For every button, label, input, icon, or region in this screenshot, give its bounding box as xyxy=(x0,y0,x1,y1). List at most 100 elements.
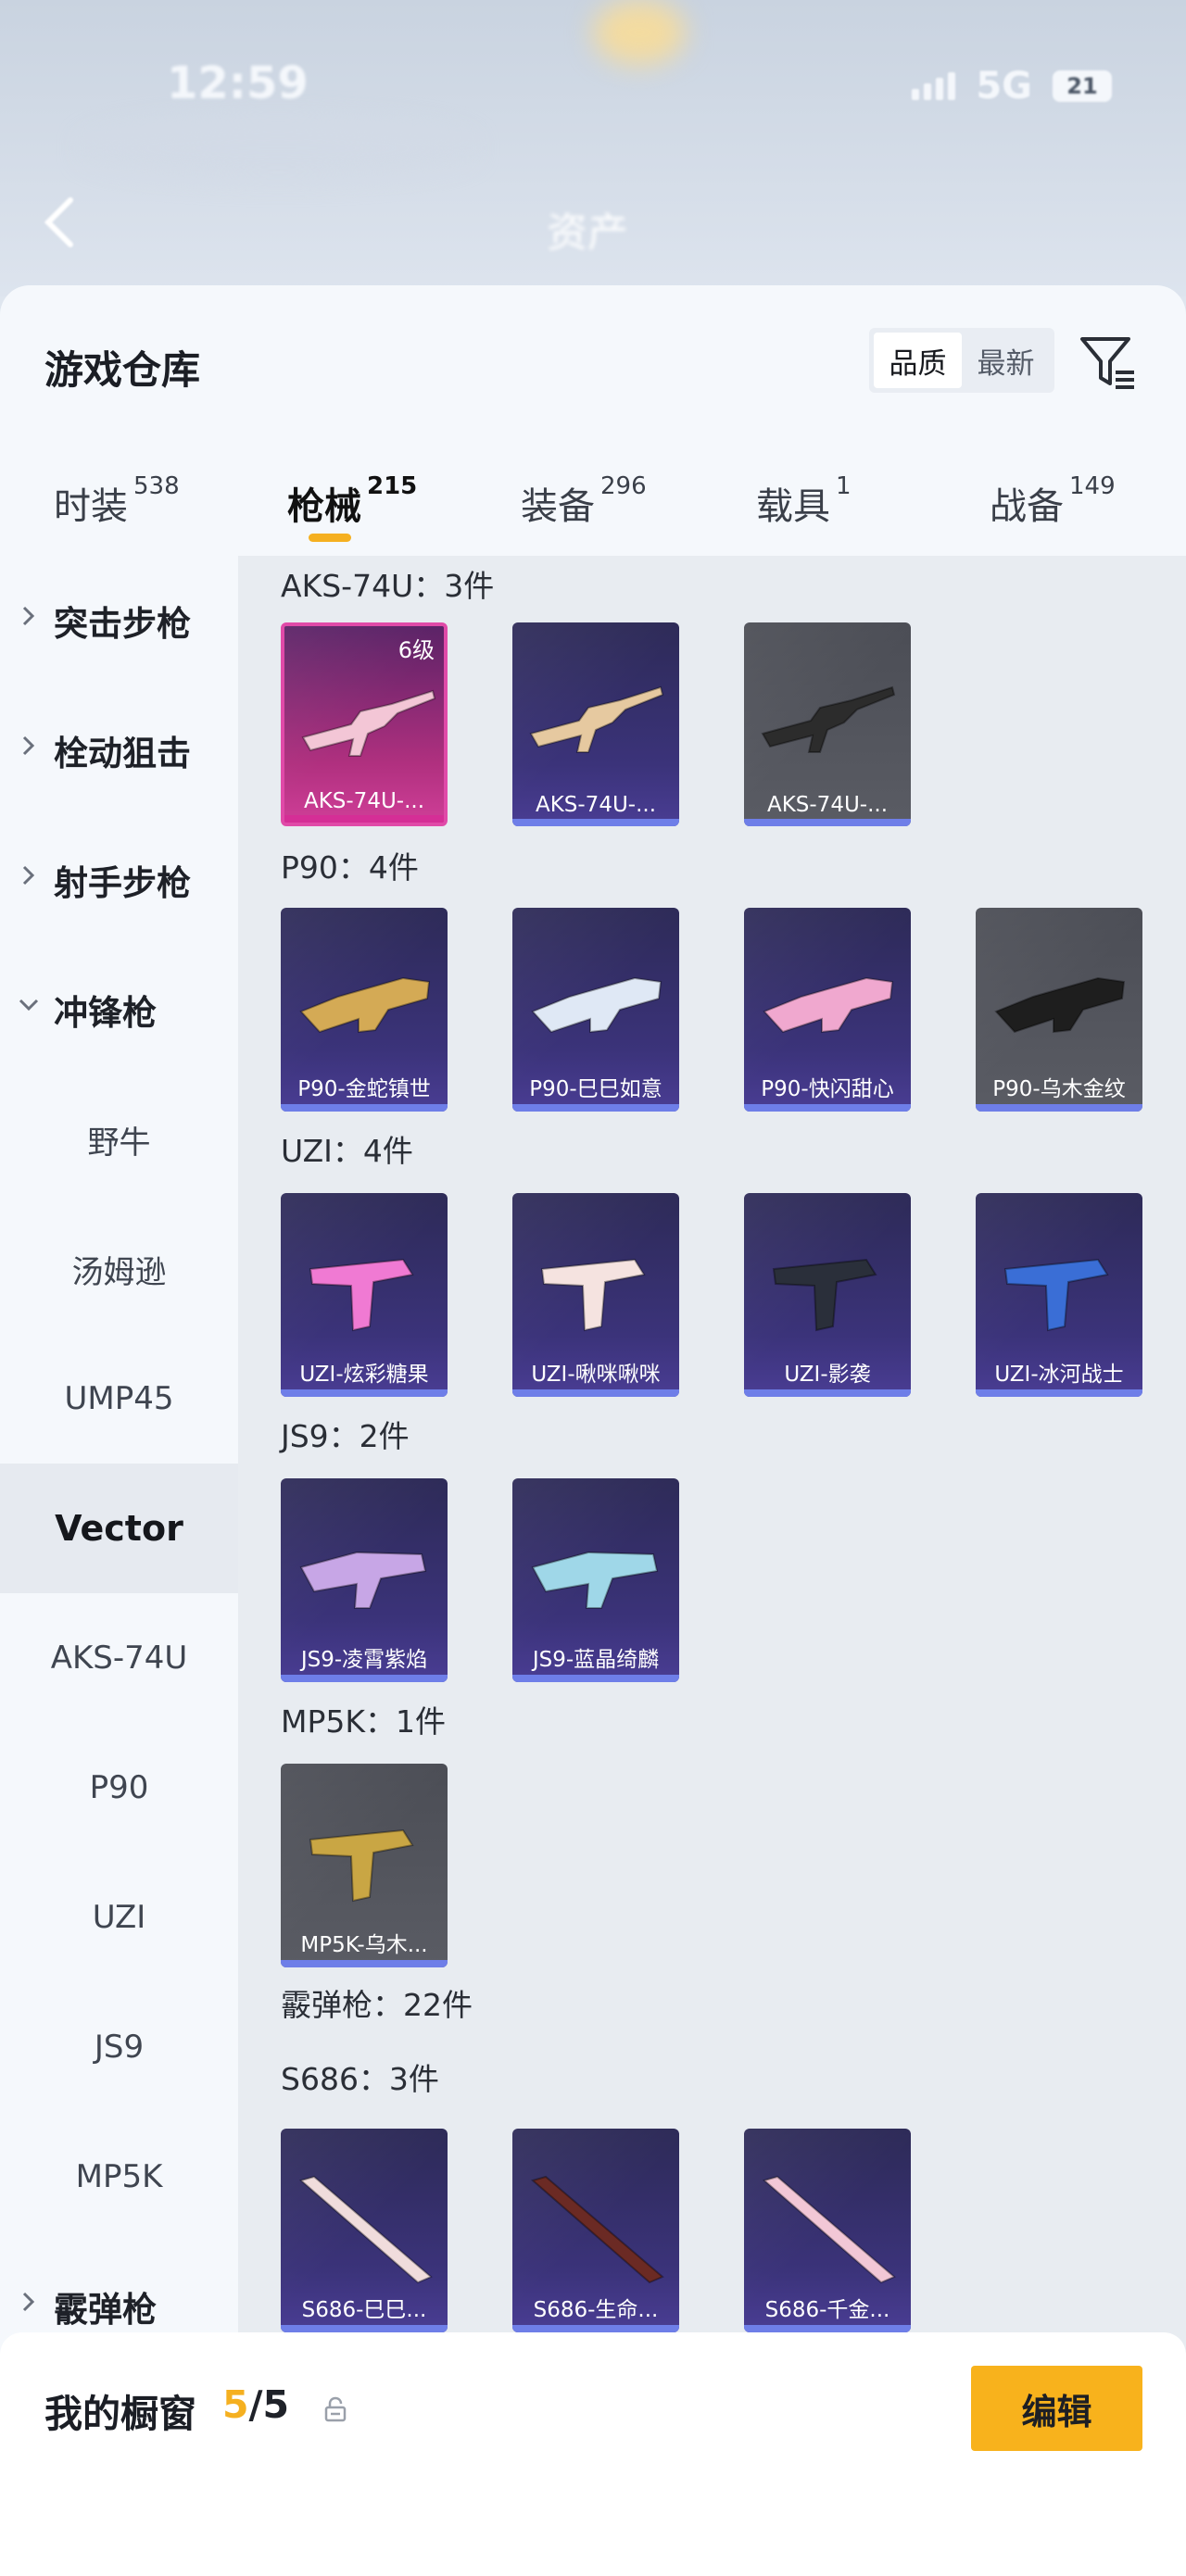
rarity-bar xyxy=(281,1960,448,1967)
shotgun-pink-icon xyxy=(762,2175,896,2284)
rifle-pink-icon xyxy=(301,689,436,757)
tab-label: 载具 xyxy=(756,485,830,528)
weapon-name: MP5K-乌木... xyxy=(300,1933,428,1957)
tab-equipment[interactable]: 装备 296 xyxy=(521,472,647,530)
rarity-bar xyxy=(744,2325,911,2332)
weapon-type-sidebar: 突击步枪 栓动狙击 射手步枪 冲锋枪 野牛 汤姆逊 UMP45 Vector A… xyxy=(0,556,238,2576)
chevron-right-icon xyxy=(22,865,35,886)
p90-gold-icon xyxy=(299,976,431,1034)
section-header: MP5K：1件 xyxy=(281,1703,447,1740)
battery-level: 21 xyxy=(1066,73,1098,99)
weapon-name: P90-快闪甜心 xyxy=(761,1077,894,1101)
weapon-card[interactable]: AKS-74U-... xyxy=(744,622,911,826)
weapon-card[interactable]: S686-巳巳... xyxy=(281,2129,448,2332)
chevron-down-icon xyxy=(19,999,39,1012)
weapon-name: AKS-74U-... xyxy=(303,789,425,813)
uzi-ice-icon xyxy=(1003,1258,1109,1332)
rarity-bar xyxy=(281,1104,448,1112)
p90-white-icon xyxy=(531,976,662,1034)
p90-pink-icon xyxy=(763,976,894,1034)
sort-quality-button[interactable]: 品质 xyxy=(874,333,962,388)
weapon-card[interactable]: P90-乌木金纹 xyxy=(976,908,1142,1112)
sidebar-item-bolt-sniper[interactable]: 栓动狙击 xyxy=(0,685,238,815)
weapon-card[interactable]: P90-快闪甜心 xyxy=(744,908,911,1112)
tab-label: 枪械 xyxy=(287,485,361,528)
sidebar-item-uzi[interactable]: UZI xyxy=(0,1853,238,1982)
shotgun-white-icon xyxy=(298,2175,433,2284)
chevron-right-icon xyxy=(22,2292,35,2312)
weapon-card[interactable]: UZI-冰河战士 xyxy=(976,1193,1142,1397)
sidebar-item-marksman-rifle[interactable]: 射手步枪 xyxy=(0,815,238,945)
weapon-name: P90-巳巳如意 xyxy=(529,1077,662,1101)
weapon-card[interactable]: S686-生命... xyxy=(512,2129,679,2332)
rifle-dark-icon xyxy=(761,685,896,753)
sidebar-item-assault-rifle[interactable]: 突击步枪 xyxy=(0,556,238,685)
sort-toggle: 品质 最新 xyxy=(869,328,1054,393)
weapon-card[interactable]: UZI-啾咪啾咪 xyxy=(512,1193,679,1397)
weapon-name: AKS-74U-... xyxy=(535,793,657,817)
sidebar-item-ump45[interactable]: UMP45 xyxy=(0,1334,238,1464)
js9-crystal-icon xyxy=(531,1551,659,1609)
weapon-name: S686-千金... xyxy=(764,2298,890,2322)
tab-costume[interactable]: 时装 538 xyxy=(54,472,180,530)
showcase-bar: 我的橱窗 5/5 编辑 xyxy=(0,2332,1186,2576)
shotgun-wood-icon xyxy=(530,2175,664,2284)
sidebar-item-p90[interactable]: P90 xyxy=(0,1723,238,1853)
tab-combat-gear[interactable]: 战备 149 xyxy=(990,472,1116,530)
sidebar-item-label: 冲锋枪 xyxy=(54,993,157,1033)
weapon-card[interactable]: AKS-74U-... xyxy=(512,622,679,826)
js9-violet-icon xyxy=(299,1551,427,1609)
status-indicators: 5G 21 xyxy=(912,65,1112,107)
rarity-bar xyxy=(512,1104,679,1112)
weapon-name: UZI-影袭 xyxy=(784,1363,871,1387)
weapon-name: JS9-凌霄紫焰 xyxy=(300,1648,428,1672)
filter-icon[interactable] xyxy=(1075,330,1140,395)
tab-count: 215 xyxy=(367,472,418,500)
sidebar-item-thompson[interactable]: 汤姆逊 xyxy=(0,1204,238,1334)
weapon-card[interactable]: S686-千金... xyxy=(744,2129,911,2332)
weapon-name: AKS-74U-... xyxy=(766,793,889,817)
rarity-bar xyxy=(976,1104,1142,1112)
sidebar-item-smg[interactable]: 冲锋枪 xyxy=(0,945,238,1074)
weapon-card[interactable]: UZI-炫彩糖果 xyxy=(281,1193,448,1397)
weapon-card[interactable]: P90-巳巳如意 xyxy=(512,908,679,1112)
weapon-card[interactable]: 6级 AKS-74U-... xyxy=(281,622,448,826)
lock-icon[interactable] xyxy=(322,2395,348,2423)
weapon-card[interactable]: JS9-凌霄紫焰 xyxy=(281,1478,448,1682)
tab-vehicles[interactable]: 载具 1 xyxy=(756,472,852,530)
showcase-used: 5 xyxy=(222,2382,249,2427)
tab-label: 战备 xyxy=(990,485,1064,528)
weapon-card[interactable]: MP5K-乌木... xyxy=(281,1764,448,1967)
showcase-label: 我的橱窗 xyxy=(44,2392,196,2436)
tab-firearms[interactable]: 枪械 215 xyxy=(287,472,417,530)
sidebar-item-vector[interactable]: Vector xyxy=(0,1464,238,1593)
page-title: 游戏仓库 xyxy=(44,347,201,393)
back-arrow-icon[interactable] xyxy=(37,195,83,250)
section-header: JS9：2件 xyxy=(281,1418,410,1454)
sidebar-item-js9[interactable]: JS9 xyxy=(0,1982,238,2112)
weapon-card[interactable]: P90-金蛇镇世 xyxy=(281,908,448,1112)
rarity-bar xyxy=(512,1389,679,1397)
sort-newest-button[interactable]: 最新 xyxy=(962,333,1050,388)
rarity-bar xyxy=(976,1389,1142,1397)
rarity-bar xyxy=(744,1104,911,1112)
edit-button[interactable]: 编辑 xyxy=(971,2366,1142,2451)
sidebar-item-label: 突击步枪 xyxy=(54,604,191,644)
weapon-card[interactable]: UZI-影袭 xyxy=(744,1193,911,1397)
weapon-name: UZI-炫彩糖果 xyxy=(299,1363,429,1387)
sidebar-item-aks74u[interactable]: AKS-74U xyxy=(0,1593,238,1723)
tab-count: 538 xyxy=(133,472,180,500)
rarity-bar xyxy=(284,815,444,823)
weapon-card[interactable]: JS9-蓝晶绮麟 xyxy=(512,1478,679,1682)
active-tab-indicator xyxy=(309,534,351,542)
section-header: P90：4件 xyxy=(281,849,419,886)
sidebar-item-bizon[interactable]: 野牛 xyxy=(0,1074,238,1204)
sidebar-item-mp5k[interactable]: MP5K xyxy=(0,2112,238,2242)
sidebar-item-label: 栓动狙击 xyxy=(54,734,191,773)
tab-count: 149 xyxy=(1069,472,1116,500)
tab-count: 296 xyxy=(600,472,647,500)
signal-icon xyxy=(912,72,956,100)
showcase-total: /5 xyxy=(248,2382,290,2427)
background-title: 资产 xyxy=(547,209,628,257)
background-page: 12:59 5G 21 资产 xyxy=(0,0,1186,296)
